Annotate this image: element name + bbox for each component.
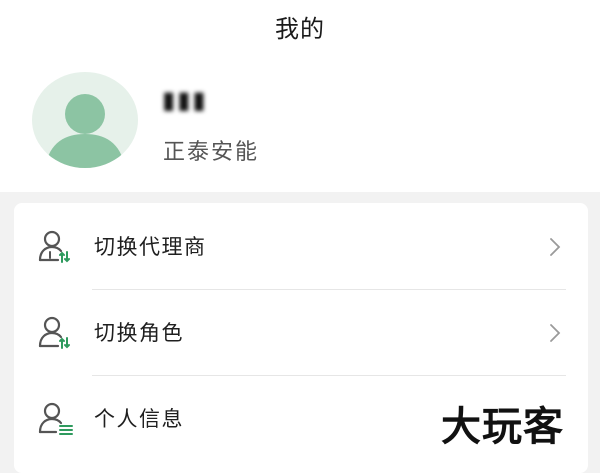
profile-page: 我的 ▮▮▮ 正泰安能 切换代理商 切换角色 个人信息 大玩客 — [0, 0, 600, 473]
menu-item-label: 切换角色 — [94, 321, 184, 345]
chevron-right-icon — [550, 238, 561, 256]
switch-role-icon — [38, 316, 70, 349]
personal-info-icon — [38, 402, 73, 435]
menu-item-switch-agent[interactable]: 切换代理商 — [14, 203, 588, 289]
user-company: 正泰安能 — [163, 140, 260, 165]
page-title: 我的 — [275, 14, 325, 43]
switch-agent-icon — [38, 230, 70, 263]
top-bar: 我的 — [0, 0, 600, 52]
profile-section[interactable]: ▮▮▮ 正泰安能 — [0, 52, 600, 192]
avatar[interactable] — [32, 72, 138, 168]
user-avatar-icon — [45, 94, 125, 168]
chevron-right-icon — [550, 324, 561, 342]
watermark-text: 大玩客 — [441, 404, 564, 450]
menu-item-switch-role[interactable]: 切换角色 — [14, 289, 588, 375]
menu-item-label: 切换代理商 — [94, 235, 207, 259]
user-name: ▮▮▮ — [162, 86, 208, 114]
menu-item-label: 个人信息 — [94, 407, 184, 431]
